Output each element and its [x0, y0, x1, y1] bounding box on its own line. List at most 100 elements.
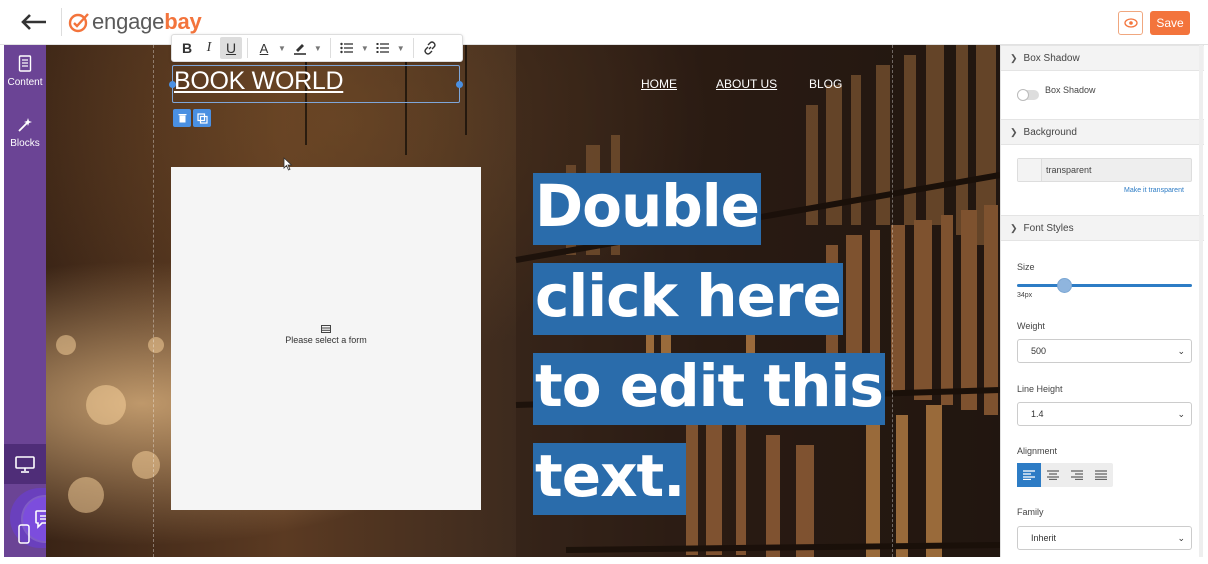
- align-justify-icon: [1095, 470, 1107, 480]
- bulleted-list-button[interactable]: [336, 37, 358, 59]
- chevron-down-icon[interactable]: ▼: [278, 44, 286, 53]
- resize-handle-left[interactable]: [169, 81, 176, 88]
- size-slider-track[interactable]: [1017, 284, 1192, 287]
- highlight-button[interactable]: [289, 37, 311, 59]
- bulleted-list-icon: [340, 42, 353, 54]
- content-icon: [18, 55, 32, 72]
- align-right-icon: [1071, 470, 1083, 480]
- section-title: Font Styles: [1023, 222, 1074, 234]
- hero-text-line-1[interactable]: Double: [533, 173, 762, 245]
- chevron-down-icon: ❯: [1010, 52, 1018, 63]
- desktop-view-button[interactable]: [4, 444, 46, 484]
- sidebar-item-label: Content: [7, 77, 43, 88]
- sidebar-item-label: Blocks: [10, 138, 40, 149]
- sidebar-item-content[interactable]: Content: [4, 55, 46, 88]
- rich-text-toolbar: B I U A ▼ ▼ ▼ ▼: [171, 34, 463, 62]
- delete-element-button[interactable]: [173, 109, 191, 127]
- app-root: engagebay Save Content Blocks BOOK WORLD…: [0, 0, 1208, 564]
- copy-icon: [196, 112, 208, 124]
- numbered-list-button[interactable]: [372, 37, 394, 59]
- toolbar-separator: [412, 38, 414, 58]
- form-placeholder-text: Please select a form: [285, 335, 367, 345]
- toolbar-separator: [329, 38, 331, 58]
- logo-text: engagebay: [92, 9, 202, 34]
- family-value: Inherit: [1031, 533, 1057, 543]
- chevron-down-icon[interactable]: ▼: [397, 44, 405, 53]
- back-arrow-icon[interactable]: [18, 8, 50, 36]
- family-select[interactable]: Inherit ⌄: [1017, 526, 1192, 550]
- magic-wand-icon: [18, 118, 32, 132]
- font-styles-section-header[interactable]: ❯ Font Styles: [1001, 215, 1204, 241]
- align-center-button[interactable]: [1041, 463, 1065, 487]
- highlighter-icon: [293, 44, 306, 55]
- hero-text-line-3[interactable]: to edit this: [533, 353, 885, 425]
- background-value: transparent: [1046, 165, 1092, 175]
- form-block[interactable]: Please select a form: [171, 167, 481, 510]
- guide-line-left: [153, 45, 154, 557]
- nav-link-blog[interactable]: BLOG: [809, 77, 842, 91]
- line-height-label: Line Height: [1017, 384, 1063, 394]
- weight-value: 500: [1031, 346, 1047, 356]
- hero-text-line-2[interactable]: click here: [533, 263, 843, 335]
- text-color-button[interactable]: A: [253, 37, 275, 59]
- chevron-down-icon: ⌄: [1177, 409, 1185, 419]
- resize-handle-right[interactable]: [456, 81, 463, 88]
- section-title: Background: [1023, 126, 1077, 138]
- background-section-header[interactable]: ❯ Background: [1001, 119, 1204, 145]
- weight-select[interactable]: 500 ⌄: [1017, 339, 1192, 363]
- desktop-icon: [15, 455, 35, 473]
- nav-link-about-us[interactable]: ABOUT US: [716, 77, 777, 91]
- nav-link-home[interactable]: HOME: [641, 77, 677, 91]
- engagebay-logo: engagebay: [68, 8, 202, 36]
- eye-icon: [1123, 18, 1138, 28]
- family-label: Family: [1017, 507, 1044, 517]
- italic-button[interactable]: I: [198, 37, 220, 59]
- align-justify-button[interactable]: [1089, 463, 1113, 487]
- box-shadow-toggle-knob[interactable]: [1017, 89, 1029, 101]
- chevron-down-icon[interactable]: ▼: [314, 44, 322, 53]
- numbered-list-icon: [376, 43, 389, 53]
- make-transparent-link[interactable]: Make it transparent: [1124, 187, 1184, 194]
- underline-button[interactable]: U: [220, 37, 242, 59]
- size-value: 34px: [1017, 292, 1033, 299]
- align-left-button[interactable]: [1017, 463, 1041, 487]
- size-label: Size: [1017, 262, 1035, 272]
- bold-button[interactable]: B: [176, 37, 198, 59]
- size-slider-handle[interactable]: [1057, 278, 1072, 293]
- chevron-down-icon: ⌄: [1177, 533, 1185, 543]
- save-button[interactable]: Save: [1150, 11, 1190, 35]
- box-shadow-section-header[interactable]: ❯ Box Shadow: [1001, 45, 1204, 71]
- site-title[interactable]: BOOK WORLD: [174, 67, 344, 96]
- page-canvas[interactable]: BOOK WORLD HOME ABOUT US BLOG Please sel…: [46, 45, 1000, 557]
- chevron-down-icon: ❯: [1010, 126, 1018, 137]
- chevron-down-icon: ⌄: [1177, 346, 1185, 356]
- hero-text-line-4[interactable]: text.: [533, 443, 687, 515]
- logo-mark-icon: [68, 13, 89, 33]
- align-center-icon: [1047, 470, 1059, 480]
- line-height-value: 1.4: [1031, 409, 1044, 419]
- background-color-input[interactable]: transparent: [1017, 158, 1192, 182]
- chevron-down-icon[interactable]: ▼: [361, 44, 369, 53]
- weight-label: Weight: [1017, 321, 1045, 331]
- form-icon: [321, 325, 331, 333]
- properties-panel: ❯ Box Shadow Box Shadow ❯ Background trans…: [1000, 45, 1204, 557]
- left-sidebar: Content Blocks: [4, 45, 46, 557]
- trash-icon: [178, 114, 186, 123]
- link-icon: [423, 41, 436, 55]
- guide-line-right: [892, 45, 893, 557]
- color-swatch[interactable]: [1018, 159, 1042, 181]
- preview-button[interactable]: [1118, 11, 1143, 35]
- mobile-icon[interactable]: [18, 524, 30, 544]
- align-left-icon: [1023, 470, 1035, 480]
- form-placeholder: Please select a form: [171, 325, 481, 345]
- line-height-select[interactable]: 1.4 ⌄: [1017, 402, 1192, 426]
- top-divider: [61, 8, 62, 36]
- align-right-button[interactable]: [1065, 463, 1089, 487]
- sidebar-item-blocks[interactable]: Blocks: [4, 117, 46, 149]
- toolbar-separator: [247, 38, 248, 58]
- section-title: Box Shadow: [1023, 52, 1080, 64]
- insert-link-button[interactable]: [419, 37, 441, 59]
- panel-scrollbar[interactable]: [1199, 45, 1203, 557]
- chevron-down-icon: ❯: [1010, 222, 1018, 233]
- duplicate-element-button[interactable]: [193, 109, 211, 127]
